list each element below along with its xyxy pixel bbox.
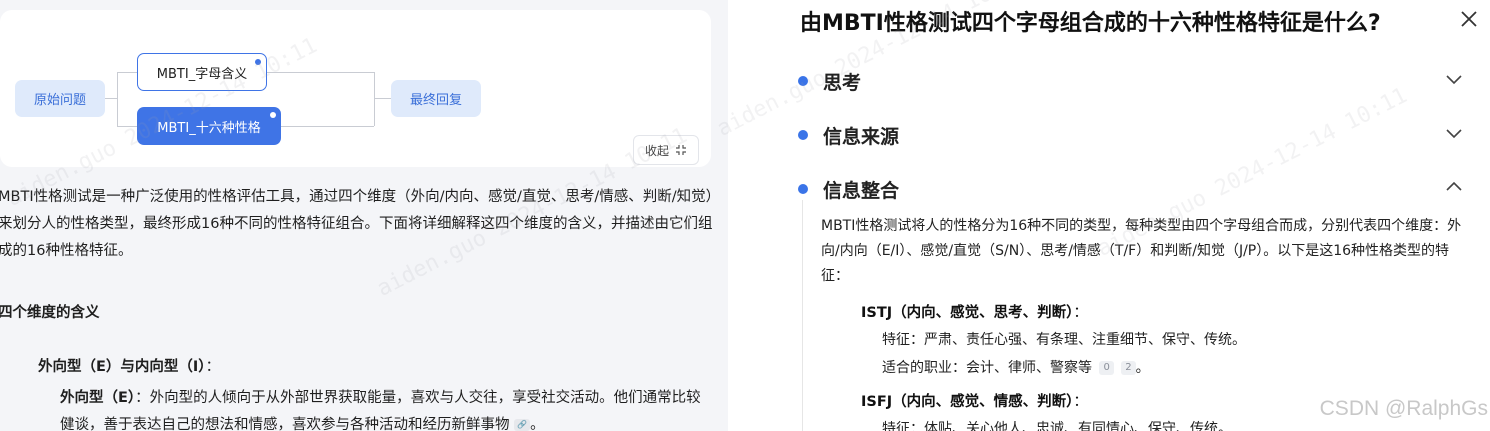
section-divider (802, 200, 803, 431)
detail-panel: 由MBTI性格测试四个字母组合成的十六种性格特征是什么? 思考 信息来源 信息整… (776, 0, 1490, 431)
section-sources[interactable]: 信息来源 (798, 120, 1468, 150)
bullet-icon (798, 130, 808, 140)
section-heading: 四个维度的含义 (0, 305, 100, 321)
connector (117, 72, 118, 126)
connector (281, 126, 374, 127)
definition: ：外向型的人倾向于从外部世界获取能量，喜欢与人交往，享受社交活动。他们通常比较健… (60, 390, 701, 431)
type-title: ISFJ（内向、感觉、情感、判断） (861, 394, 1074, 410)
section-thinking[interactable]: 思考 (798, 66, 1468, 96)
flow-node-end[interactable]: 最终回复 (391, 80, 481, 117)
chevron-down-icon (1446, 129, 1462, 139)
bullet-icon (798, 76, 808, 86)
bullet-icon (798, 184, 808, 194)
colon: ： (1073, 394, 1088, 410)
subsection-heading: 外向型（E）与内向型（I）： (38, 355, 220, 376)
section-label: 信息来源 (823, 125, 900, 148)
flow-node-sixteen-types[interactable]: MBTI_十六种性格 (137, 107, 281, 145)
connector (374, 72, 375, 126)
footer-credit: CSDN @RalphGs (1319, 397, 1488, 420)
flow-node-letter-meaning[interactable]: MBTI_字母含义 (137, 53, 267, 91)
type-heading-isfj: ISFJ（内向、感觉、情感、判断）： (861, 390, 1088, 411)
flow-node-start[interactable]: 原始问题 (15, 80, 105, 117)
collapse-label: 收起 (644, 143, 669, 158)
panel-title: 由MBTI性格测试四个字母组合成的十六种性格特征是什么? (800, 11, 1381, 36)
section-integration[interactable]: 信息整合 (798, 174, 1468, 204)
collapse-icon (676, 145, 686, 155)
left-pane: 原始问题 MBTI_字母含义 MBTI_十六种性格 最终回复 收起 MBTI性格… (0, 0, 728, 431)
answer-intro: MBTI性格测试是一种广泛使用的性格评估工具，通过四个维度（外向/内向、感觉/直… (0, 184, 715, 265)
connector (117, 126, 137, 127)
intro-paragraph: MBTI性格测试是一种广泛使用的性格评估工具，通过四个维度（外向/内向、感觉/直… (0, 189, 713, 259)
integration-text: MBTI性格测试将人的性格分为16种不同的类型，每种类型由四个字母组合而成，分别… (821, 218, 1462, 284)
connector (267, 72, 374, 73)
flow-node-label: MBTI_字母含义 (156, 66, 248, 82)
term: 外向型（E） (60, 390, 136, 406)
colon: ： (1073, 305, 1088, 321)
type-trait: 特征：体贴、关心他人、忠诚、有同情心、保守、传统。 (882, 421, 1232, 431)
close-icon (1461, 11, 1477, 27)
close-button[interactable] (1458, 10, 1480, 32)
status-dot (255, 59, 261, 65)
collapse-button[interactable]: 收起 (633, 135, 699, 165)
chevron-down-icon (1446, 75, 1462, 85)
section-label: 信息整合 (823, 179, 900, 202)
type-title: ISTJ（内向、感觉、思考、判断） (861, 305, 1074, 321)
job-text: 适合的职业：会计、律师、警察等 (882, 360, 1092, 376)
citation-badge[interactable]: 0 (1099, 361, 1114, 375)
connector (117, 72, 137, 73)
type-job: 适合的职业：会计、律师、警察等 0 2。 (882, 357, 1150, 377)
citation-badge[interactable]: 2 (1121, 361, 1136, 375)
link-icon[interactable]: 🔗 (514, 419, 531, 431)
connector (374, 98, 391, 99)
status-dot (270, 112, 276, 118)
chevron-up-icon (1446, 181, 1462, 191)
flow-node-label: MBTI_十六种性格 (157, 120, 261, 136)
section-label: 思考 (823, 71, 862, 94)
colon: ： (205, 359, 221, 375)
connector (105, 98, 117, 99)
workflow-card: 原始问题 MBTI_字母含义 MBTI_十六种性格 最终回复 收起 (0, 10, 711, 167)
job-end: 。 (1135, 360, 1150, 376)
type-heading-istj: ISTJ（内向、感觉、思考、判断）： (861, 301, 1088, 322)
subsection-title: 外向型（E）与内向型（I） (38, 359, 206, 375)
paragraph-end: 。 (530, 417, 545, 431)
extravert-paragraph: 外向型（E）：外向型的人倾向于从外部世界获取能量，喜欢与人交往，享受社交活动。他… (60, 385, 715, 431)
type-trait: 特征：严肃、责任心强、有条理、注重细节、保守、传统。 (882, 332, 1246, 348)
